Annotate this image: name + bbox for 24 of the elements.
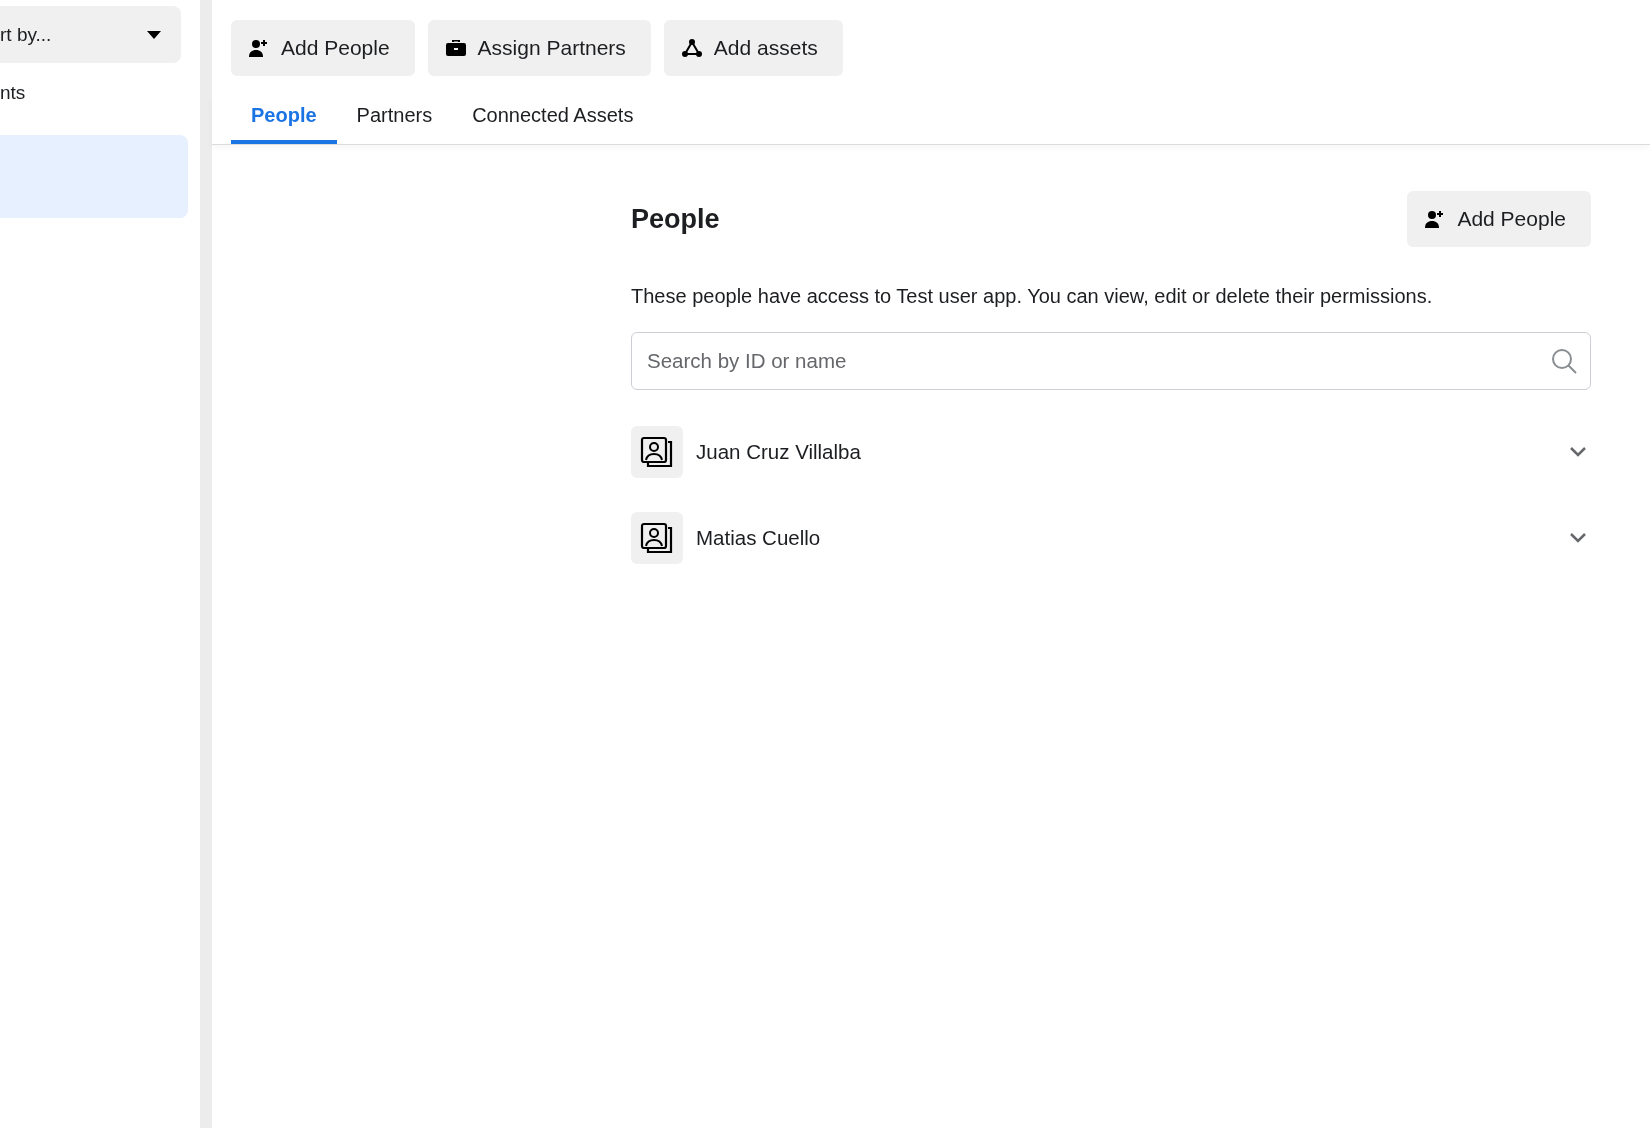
person-card-icon: [640, 436, 674, 468]
toolbar-button[interactable]: Assign Partners: [427, 20, 651, 76]
tab[interactable]: People: [231, 98, 337, 144]
caret-icon: [147, 30, 161, 39]
search-icon: [1551, 348, 1577, 374]
sort-dropdown[interactable]: rt by...: [0, 6, 181, 63]
toolbar-button[interactable]: Add People: [231, 20, 415, 76]
description-text: These people have access to Test user app. You can view, edit or delete their permissions.: [631, 285, 1434, 308]
add-people-button[interactable]: Add People: [1407, 191, 1591, 247]
triangle-nodes-icon: [681, 39, 702, 57]
chevron-icon[interactable]: [1569, 532, 1587, 544]
search-field[interactable]: Search by ID or name: [631, 332, 1591, 390]
person-add-icon: [1425, 209, 1446, 229]
person-add-icon: [249, 38, 269, 58]
tab[interactable]: Connected Assets: [452, 98, 654, 144]
sidebar-item[interactable]: nts: [0, 71, 188, 115]
toolbar-button[interactable]: Add assets: [663, 20, 843, 76]
person-name: Matias Cuello: [696, 526, 822, 550]
section-title: People: [631, 203, 720, 235]
person-name: Juan Cruz Villalba: [696, 440, 862, 464]
briefcase-icon: [445, 39, 466, 57]
person-card-icon: [640, 522, 674, 554]
tab[interactable]: Partners: [336, 98, 453, 144]
chevron-icon[interactable]: [1569, 446, 1587, 458]
